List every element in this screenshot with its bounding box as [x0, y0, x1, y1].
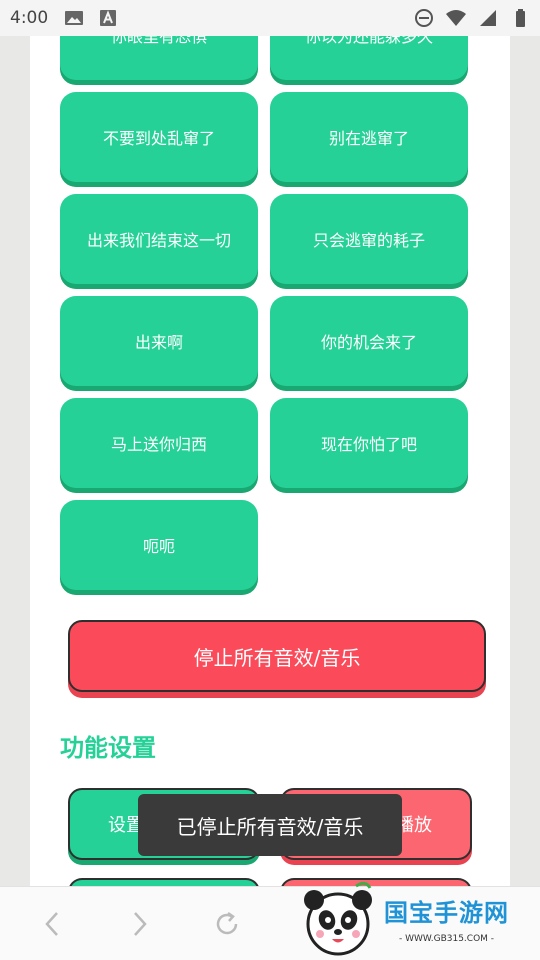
status-bar: 4:00: [0, 0, 540, 36]
page-gutter-right: [510, 36, 540, 886]
page-gutter-left: [0, 36, 30, 886]
sound-button-label: 呃呃: [142, 537, 175, 556]
watermark-title: 国宝手游网: [384, 898, 509, 927]
sound-button-label: 别在逃窜了: [328, 129, 409, 148]
image-icon: [64, 8, 84, 28]
sound-button[interactable]: 不要到处乱窜了: [60, 92, 258, 182]
sound-button-label: 现在你怕了吧: [320, 435, 417, 454]
toast-message: 已停止所有音效/音乐: [138, 794, 402, 856]
sound-button[interactable]: 你眼里有恐惧: [60, 36, 258, 80]
dnd-icon: [414, 8, 434, 28]
status-right-icons: [414, 8, 530, 28]
settings-section-title: 功能设置: [60, 734, 156, 762]
status-time: 4:00: [10, 8, 49, 28]
toast-text: 已停止所有音效/音乐: [176, 814, 364, 839]
text-a-icon: [98, 8, 118, 28]
sound-button[interactable]: 呃呃: [60, 500, 258, 590]
sound-button[interactable]: 出来啊: [60, 296, 258, 386]
sound-button-label: 只会逃窜的耗子: [312, 231, 425, 250]
sound-button[interactable]: 你的机会来了: [270, 296, 468, 386]
sound-button[interactable]: 现在你怕了吧: [270, 398, 468, 488]
back-icon[interactable]: [36, 907, 70, 941]
sound-button-label: 你的机会来了: [320, 333, 417, 352]
battery-icon: [510, 8, 530, 28]
sound-button-label: 你以为还能躲多久: [304, 36, 433, 46]
sound-button[interactable]: 你以为还能躲多久: [270, 36, 468, 80]
watermark-text: 国宝手游网 - WWW.GB315.COM -: [384, 893, 509, 944]
sound-button[interactable]: 别在逃窜了: [270, 92, 468, 182]
wifi-icon: [446, 8, 466, 28]
signal-icon: [478, 8, 498, 28]
app-content[interactable]: 你眼里有恐惧 你以为还能躲多久 不要到处乱窜了 别在逃窜了 出来我们结束这一切 …: [30, 36, 510, 886]
sound-button-label: 出来啊: [134, 333, 183, 352]
sound-button-label: 马上送你归西: [110, 435, 207, 454]
stop-all-label: 停止所有音效/音乐: [193, 645, 361, 670]
forward-icon[interactable]: [122, 907, 156, 941]
watermark: 国宝手游网 - WWW.GB315.COM -: [296, 876, 540, 960]
panda-logo-icon: [304, 881, 372, 956]
sound-button-label: 不要到处乱窜了: [102, 129, 215, 148]
settings-button-2[interactable]: [68, 878, 260, 886]
sound-button[interactable]: 马上送你归西: [60, 398, 258, 488]
sound-button[interactable]: 只会逃窜的耗子: [270, 194, 468, 284]
sound-button-label: 你眼里有恐惧: [110, 36, 207, 46]
refresh-icon[interactable]: [210, 907, 244, 941]
stop-all-button[interactable]: 停止所有音效/音乐: [68, 620, 486, 692]
watermark-url: - WWW.GB315.COM -: [398, 933, 495, 944]
sound-button[interactable]: 出来我们结束这一切: [60, 194, 258, 284]
sound-button-label: 出来我们结束这一切: [86, 231, 231, 250]
